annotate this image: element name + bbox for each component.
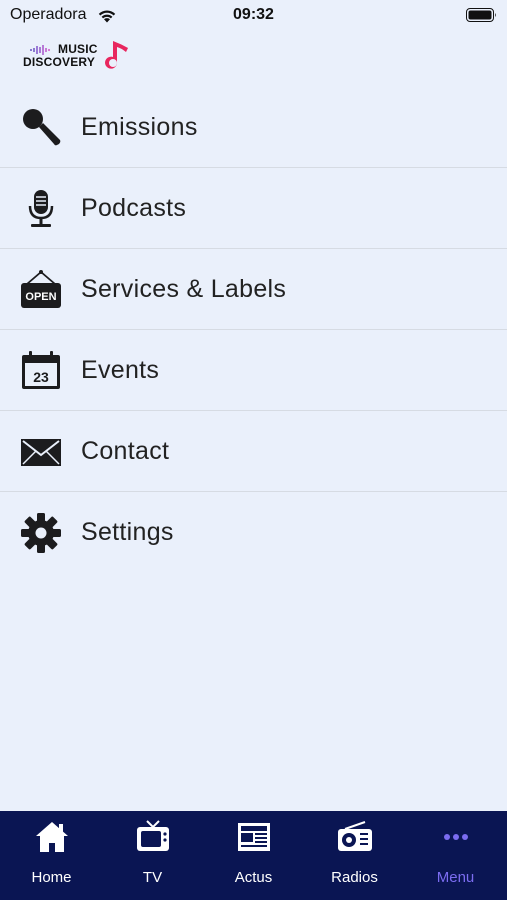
gear-icon bbox=[21, 513, 61, 553]
app-logo: MUSIC DISCOVERY bbox=[20, 40, 135, 74]
menu-item-podcasts[interactable]: Podcasts bbox=[0, 168, 507, 249]
menu-item-label: Events bbox=[81, 356, 160, 384]
logo-text-discovery: DISCOVERY bbox=[23, 55, 96, 69]
open-sign-icon: OPEN bbox=[21, 270, 61, 308]
status-bar: Operadora 09:32 bbox=[0, 0, 507, 30]
tab-actus[interactable]: Actus bbox=[203, 811, 304, 900]
menu-item-contact[interactable]: Contact bbox=[0, 411, 507, 492]
podcast-mic-icon bbox=[28, 190, 54, 227]
radio-icon bbox=[338, 821, 372, 851]
tab-tv[interactable]: TV bbox=[102, 811, 203, 900]
tv-icon bbox=[137, 820, 169, 851]
menu-item-label: Emissions bbox=[81, 113, 198, 141]
open-sign-text: OPEN bbox=[25, 291, 56, 303]
more-icon bbox=[444, 834, 468, 840]
envelope-icon bbox=[21, 439, 61, 466]
menu-item-label: Settings bbox=[81, 518, 174, 546]
calendar-icon: 23 bbox=[22, 351, 60, 389]
menu-item-settings[interactable]: Settings bbox=[0, 492, 507, 573]
tab-radios[interactable]: Radios bbox=[304, 811, 405, 900]
home-icon bbox=[36, 822, 68, 852]
newspaper-icon bbox=[238, 823, 270, 851]
menu-item-label: Podcasts bbox=[81, 194, 187, 222]
logo-text-music: MUSIC bbox=[58, 42, 98, 56]
tab-label: Actus bbox=[234, 869, 273, 886]
menu-item-emissions[interactable]: Emissions bbox=[0, 87, 507, 168]
tab-bar: Home TV Actus Radios Menu bbox=[0, 811, 507, 900]
menu-item-services-labels[interactable]: OPEN Services & Labels bbox=[0, 249, 507, 330]
tab-label: Menu bbox=[436, 869, 475, 886]
tab-menu[interactable]: Menu bbox=[405, 811, 506, 900]
battery-icon bbox=[466, 8, 496, 22]
menu-item-events[interactable]: 23 Events bbox=[0, 330, 507, 411]
music-note-icon bbox=[105, 41, 128, 69]
tab-label: Home bbox=[31, 869, 72, 886]
microphone-icon bbox=[23, 109, 61, 146]
calendar-day-text: 23 bbox=[33, 369, 49, 385]
app-screen: Operadora 09:32 MUSIC DISCOVERY Emission… bbox=[0, 0, 507, 900]
menu-item-label: Services & Labels bbox=[81, 275, 287, 303]
menu-item-label: Contact bbox=[81, 437, 170, 465]
tab-label: Radios bbox=[331, 869, 378, 886]
tab-home[interactable]: Home bbox=[1, 811, 102, 900]
clock: 09:32 bbox=[233, 6, 274, 23]
menu-list: Emissions Podcasts OPEN Services & Label bbox=[0, 87, 507, 573]
tab-label: TV bbox=[142, 869, 163, 886]
